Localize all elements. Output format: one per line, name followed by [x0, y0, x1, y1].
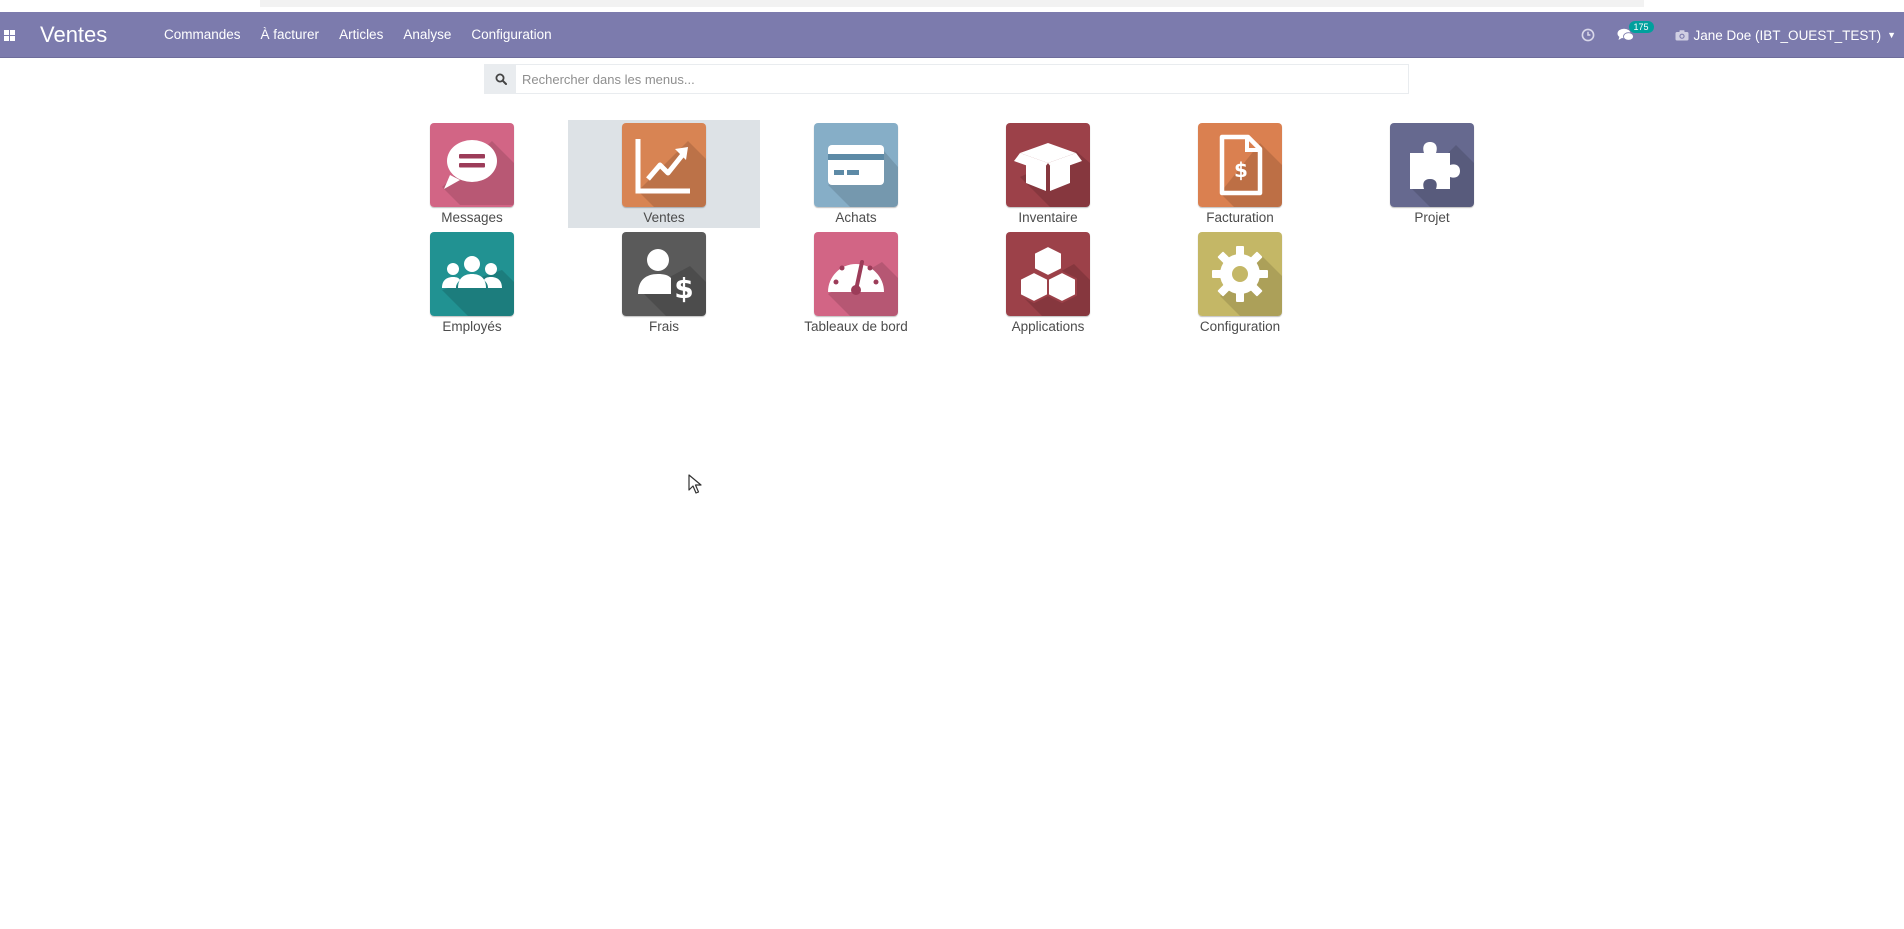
app-label: Frais	[649, 319, 679, 334]
activity-clock-icon[interactable]	[1581, 28, 1595, 42]
app-tile	[430, 123, 514, 207]
app-tile	[622, 123, 706, 207]
browser-top-strip	[0, 0, 1904, 12]
app-label: Inventaire	[1018, 210, 1078, 225]
credit-card-icon	[828, 145, 884, 185]
svg-text:$: $	[674, 272, 693, 305]
app-label: Messages	[441, 210, 503, 225]
app-tile	[814, 232, 898, 316]
app-tile: $	[622, 232, 706, 316]
app-tableaux-de-bord[interactable]: Tableaux de bord	[760, 229, 952, 337]
search-icon	[495, 73, 507, 85]
camera-icon	[1675, 29, 1689, 40]
mouse-pointer-icon	[688, 474, 702, 494]
user-name: Jane Doe (IBT_OUEST_TEST)	[1693, 27, 1882, 43]
grid-icon	[3, 29, 15, 41]
user-menu[interactable]: Jane Doe (IBT_OUEST_TEST) ▼	[1675, 28, 1896, 43]
systray: 175 Jane Doe (IBT_OUEST_TEST) ▼	[1581, 12, 1904, 58]
menu-search-input[interactable]	[522, 65, 1392, 93]
menu-item-a-facturer[interactable]: À facturer	[251, 12, 330, 58]
menu-item-commandes[interactable]: Commandes	[154, 12, 251, 58]
app-inventaire[interactable]: Inventaire	[952, 120, 1144, 228]
app-label: Projet	[1414, 210, 1450, 225]
app-applications[interactable]: Applications	[952, 229, 1144, 337]
app-achats[interactable]: Achats	[760, 120, 952, 228]
app-label: Employés	[442, 319, 502, 334]
menu-item-articles[interactable]: Articles	[329, 12, 393, 58]
app-label: Ventes	[643, 210, 685, 225]
app-label: Applications	[1011, 319, 1085, 334]
app-tile	[1390, 123, 1474, 207]
app-label: Configuration	[1199, 319, 1281, 334]
app-tile	[814, 123, 898, 207]
main-navbar: Ventes Commandes À facturer Articles Ana…	[0, 12, 1904, 58]
gear-icon	[1212, 246, 1268, 302]
search-button[interactable]	[485, 65, 516, 93]
app-frais[interactable]: $ Frais	[568, 229, 760, 337]
app-title[interactable]: Ventes	[40, 12, 107, 58]
app-facturation[interactable]: $ Facturation	[1144, 120, 1336, 228]
top-menu: Commandes À facturer Articles Analyse Co…	[154, 12, 562, 58]
app-tile	[1006, 232, 1090, 316]
app-tile: $	[1198, 123, 1282, 207]
menu-search-bar	[484, 64, 1409, 94]
app-label: Achats	[835, 210, 877, 225]
app-tile	[1198, 232, 1282, 316]
svg-text:$: $	[1234, 158, 1248, 182]
app-tile	[430, 232, 514, 316]
app-tile	[1006, 123, 1090, 207]
app-label: Facturation	[1206, 210, 1274, 225]
app-messages[interactable]: Messages	[376, 120, 568, 228]
app-switcher-button[interactable]	[0, 12, 18, 58]
caret-down-icon: ▼	[1887, 30, 1896, 40]
menu-item-analyse[interactable]: Analyse	[393, 12, 461, 58]
menu-item-configuration[interactable]: Configuration	[461, 12, 561, 58]
app-label: Tableaux de bord	[804, 319, 908, 334]
messaging-menu[interactable]: 175	[1617, 21, 1654, 42]
browser-top-shade	[260, 0, 1644, 7]
app-ventes[interactable]: Ventes	[568, 120, 760, 228]
app-projet[interactable]: Projet	[1336, 120, 1528, 228]
app-configuration[interactable]: Configuration	[1144, 229, 1336, 337]
chat-count-badge: 175	[1628, 21, 1654, 33]
app-employes[interactable]: Employés	[376, 229, 568, 337]
